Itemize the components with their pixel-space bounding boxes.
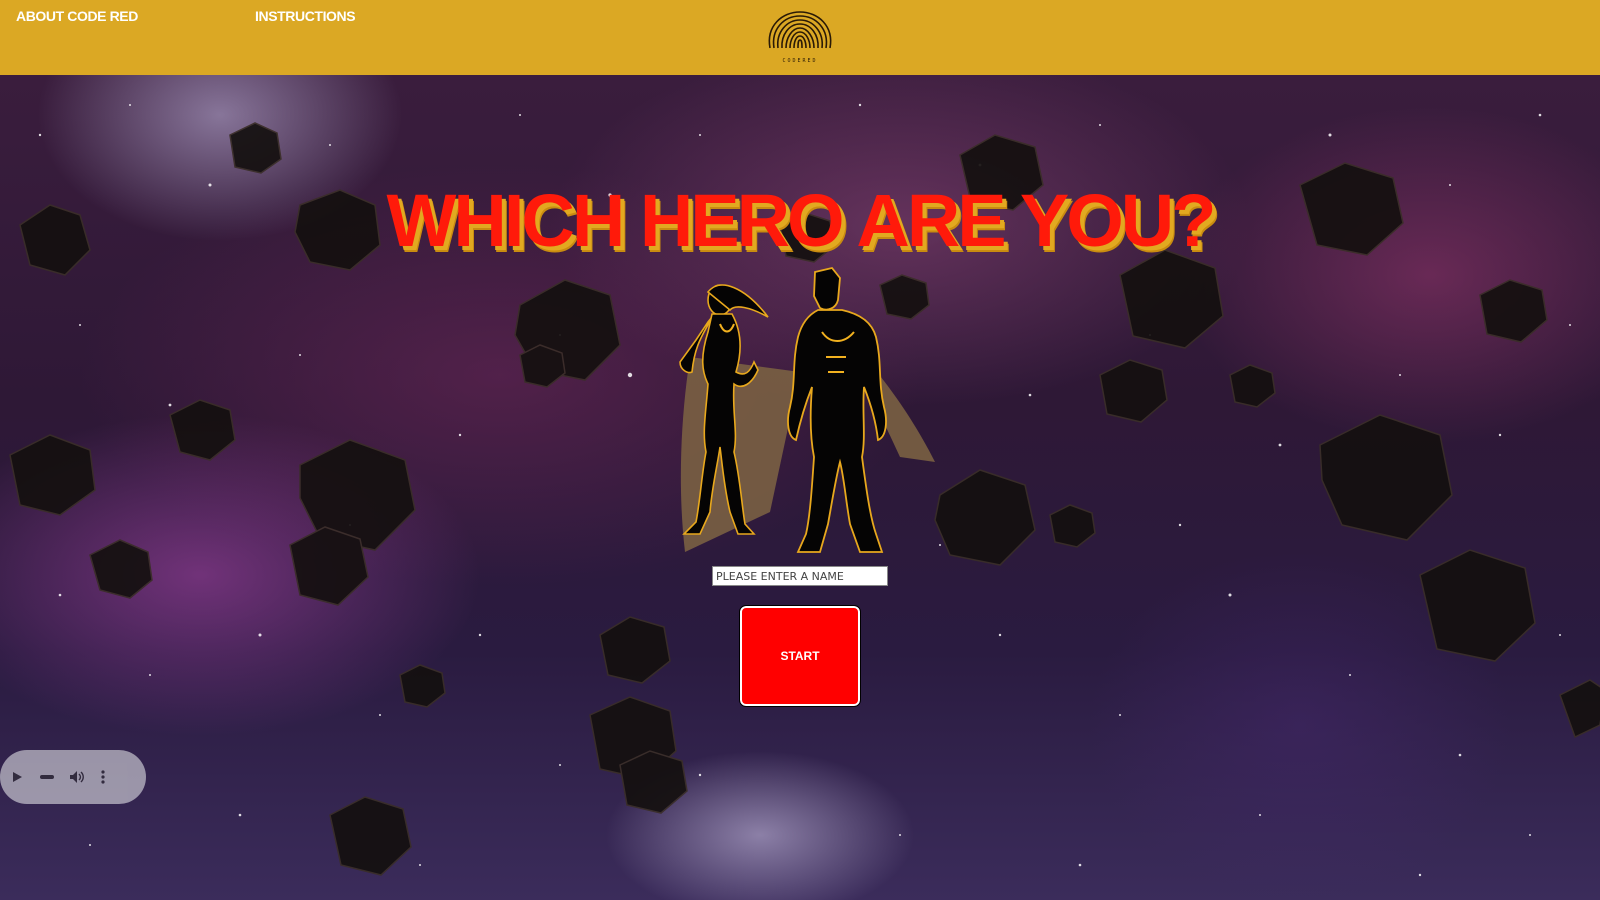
site-logo[interactable]: CODERED: [762, 8, 838, 68]
play-icon[interactable]: [8, 768, 26, 786]
nav-link-instructions[interactable]: INSTRUCTiONS: [255, 8, 356, 24]
fingerprint-icon: [768, 11, 832, 49]
top-navigation-bar: ABOUT CODE RED INSTRUCTiONS CODERED: [0, 0, 1600, 75]
audio-player[interactable]: [0, 750, 146, 804]
more-options-icon[interactable]: [94, 768, 112, 786]
page-headline: WHICH HERO ARE YOU?: [386, 179, 1217, 262]
superhero-duo-image: [679, 266, 935, 553]
name-input[interactable]: [712, 566, 888, 586]
volume-icon[interactable]: [68, 768, 86, 786]
progress-bar[interactable]: [34, 768, 60, 786]
start-button[interactable]: START: [739, 605, 861, 707]
logo-wordmark: CODERED: [782, 58, 818, 64]
nav-link-about-code-red[interactable]: ABOUT CODE RED: [16, 8, 138, 24]
